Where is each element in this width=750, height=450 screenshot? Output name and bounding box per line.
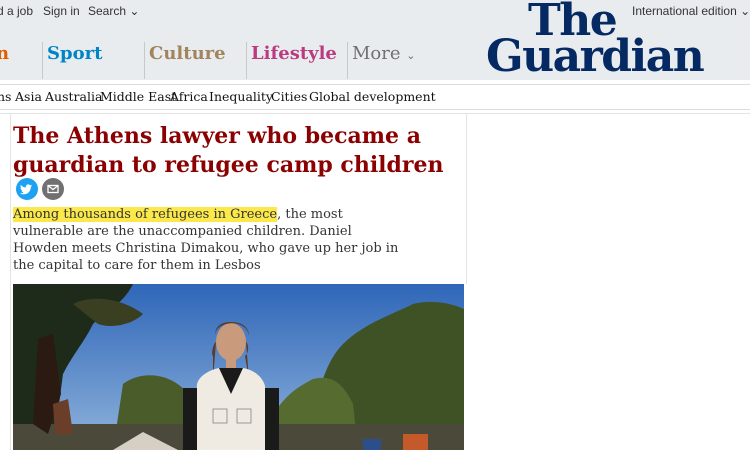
article-main-photo [13,284,464,450]
pillar-label: Sport [47,43,103,64]
pillar-label: n [0,43,10,64]
refugee-camp-photo [13,284,464,450]
sign-in-link[interactable]: Sign in [43,4,80,18]
pillar-opinion[interactable]: n [0,42,9,79]
share-email-button[interactable] [42,178,64,200]
column-divider [466,114,467,284]
post-a-job-link[interactable]: d a job [0,4,33,18]
divider [0,113,750,114]
subnav-item[interactable]: Australia [45,89,102,104]
pillar-sport[interactable]: Sport [42,42,102,79]
pillar-more[interactable]: More ⌄ [347,42,415,79]
search-link[interactable]: Search ⌄ [88,4,139,18]
subnav-item[interactable]: Inequality [209,89,273,104]
article-standfirst: Among thousands of refugees in Greece, t… [13,206,403,274]
chevron-down-icon: ⌄ [406,49,416,62]
article-headline: The Athens lawyer who became a guardian … [13,123,444,178]
chevron-down-icon: ⌄ [740,4,750,18]
chevron-down-icon: ⌄ [129,4,140,18]
pillar-lifestyle[interactable]: Lifestyle [246,42,337,79]
logo-line-2: Guardian [486,31,705,82]
standfirst-link[interactable]: Among thousands of refugees in Greece [13,207,278,222]
email-icon [47,184,59,194]
subnav-item[interactable]: Africa [170,89,208,104]
pillar-label: More [352,43,401,64]
masthead: d a job Sign in Search ⌄ International e… [0,0,750,80]
subnav-item[interactable]: Global development [309,89,436,104]
subnav-item[interactable]: Asia [15,89,42,104]
section-subnav: ns Asia Australia Middle East Africa Ine… [0,84,750,110]
subnav-item[interactable]: Cities [271,89,307,104]
subnav-item[interactable]: Middle East [100,89,176,104]
pillar-label: Lifestyle [251,43,337,64]
twitter-icon [19,184,32,195]
pillar-label: Culture [149,43,226,64]
guardian-logo[interactable]: The Guardian [486,0,706,82]
column-divider [10,114,11,450]
share-twitter-button[interactable] [16,178,38,200]
search-label: Search [88,4,127,18]
pillar-culture[interactable]: Culture [144,42,226,79]
subnav-item[interactable]: ns [0,89,11,104]
